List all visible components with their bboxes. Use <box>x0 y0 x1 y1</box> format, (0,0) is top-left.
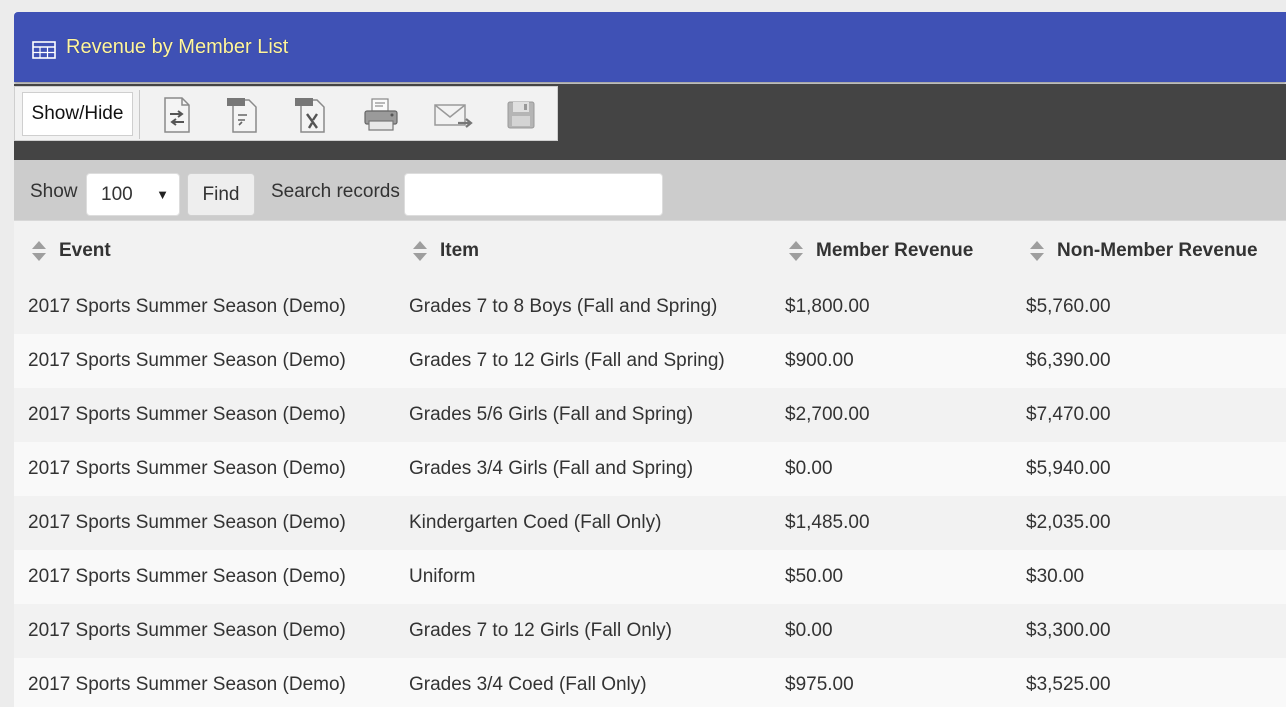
column-header[interactable]: Event <box>31 221 111 281</box>
table-cell: 2017 Sports Summer Season (Demo) <box>28 296 346 317</box>
table-cell: $3,525.00 <box>1026 674 1111 695</box>
search-bar: Show 100 ▼ Find Search records <box>14 160 1286 220</box>
table-row[interactable]: 2017 Sports Summer Season (Demo) Grades 7… <box>14 334 1286 388</box>
table-cell: $0.00 <box>785 620 833 641</box>
table-cell: Kindergarten Coed (Fall Only) <box>409 512 662 533</box>
table-row[interactable]: 2017 Sports Summer Season (Demo) Grades 3… <box>14 658 1286 707</box>
table-cell: $975.00 <box>785 674 854 695</box>
table-cell: $2,035.00 <box>1026 512 1111 533</box>
toolbar-divider <box>139 90 140 139</box>
save-button[interactable] <box>499 95 543 135</box>
column-header-label: Non-Member Revenue <box>1057 240 1258 261</box>
report-panel: Revenue by Member List Show/Hide Show 10… <box>14 12 1286 707</box>
table-cell: Grades 7 to 8 Boys (Fall and Spring) <box>409 296 718 317</box>
table-body: 2017 Sports Summer Season (Demo) Grades 7… <box>14 280 1286 707</box>
column-header[interactable]: Member Revenue <box>788 221 973 281</box>
panel-header: Revenue by Member List <box>14 12 1286 82</box>
print-button[interactable] <box>359 95 403 135</box>
sort-icon <box>1030 241 1044 261</box>
column-header[interactable]: Non-Member Revenue <box>1029 221 1258 281</box>
table-cell: 2017 Sports Summer Season (Demo) <box>28 404 346 425</box>
table-cell: 2017 Sports Summer Season (Demo) <box>28 674 346 695</box>
save-icon <box>507 101 535 129</box>
table-cell: Grades 3/4 Girls (Fall and Spring) <box>409 458 694 479</box>
csv-export-icon <box>227 98 257 133</box>
table-row[interactable]: 2017 Sports Summer Season (Demo) Grades 7… <box>14 280 1286 334</box>
table-cell: 2017 Sports Summer Season (Demo) <box>28 350 346 371</box>
page-size-value: 100 <box>101 184 133 205</box>
chevron-down-icon: ▼ <box>156 187 169 202</box>
table-cell: $1,800.00 <box>785 296 870 317</box>
table-cell: Grades 7 to 12 Girls (Fall Only) <box>409 620 672 641</box>
xls-export-icon <box>295 98 325 133</box>
table-cell: Grades 5/6 Girls (Fall and Spring) <box>409 404 694 425</box>
table-cell: $5,940.00 <box>1026 458 1111 479</box>
table-row[interactable]: 2017 Sports Summer Season (Demo) Kinderga… <box>14 496 1286 550</box>
column-header-label: Item <box>440 240 480 261</box>
table-cell: $0.00 <box>785 458 833 479</box>
show-hide-button[interactable]: Show/Hide <box>22 92 133 136</box>
email-button[interactable] <box>431 95 475 135</box>
table-cell: $50.00 <box>785 566 844 587</box>
revenue-table: Event Item Member Revenue Non-Member Revenu… <box>14 220 1286 707</box>
table-row[interactable]: 2017 Sports Summer Season (Demo) Uniform $… <box>14 550 1286 604</box>
toolbar-strip: Show/Hide <box>14 86 558 141</box>
email-icon <box>434 104 473 128</box>
csv-export-button[interactable] <box>221 95 265 135</box>
toolbar: Show/Hide <box>14 84 1286 160</box>
column-header-label: Member Revenue <box>816 240 974 261</box>
page-title: Revenue by Member List <box>66 36 289 58</box>
table-icon <box>32 41 56 59</box>
table-row[interactable]: 2017 Sports Summer Season (Demo) Grades 3… <box>14 442 1286 496</box>
column-header[interactable]: Item <box>412 221 479 281</box>
sort-icon <box>789 241 803 261</box>
table-row[interactable]: 2017 Sports Summer Season (Demo) Grades 7… <box>14 604 1286 658</box>
table-cell: 2017 Sports Summer Season (Demo) <box>28 566 346 587</box>
table-cell: Grades 7 to 12 Girls (Fall and Spring) <box>409 350 725 371</box>
table-header: Event Item Member Revenue Non-Member Revenu… <box>14 220 1286 280</box>
table-cell: Uniform <box>409 566 476 587</box>
table-cell: $30.00 <box>1026 566 1085 587</box>
table-cell: Grades 3/4 Coed (Fall Only) <box>409 674 647 695</box>
table-cell: $2,700.00 <box>785 404 870 425</box>
table-cell: $900.00 <box>785 350 854 371</box>
table-row[interactable]: 2017 Sports Summer Season (Demo) Grades 5… <box>14 388 1286 442</box>
table-cell: 2017 Sports Summer Season (Demo) <box>28 512 346 533</box>
print-icon <box>364 98 398 131</box>
column-header-label: Event <box>59 240 111 261</box>
table-cell: $1,485.00 <box>785 512 870 533</box>
export-icon <box>164 97 190 133</box>
search-label: Search records <box>271 181 400 202</box>
page-size-select[interactable]: 100 ▼ <box>86 173 180 216</box>
search-input[interactable] <box>404 173 663 216</box>
table-cell: $5,760.00 <box>1026 296 1111 317</box>
show-label: Show <box>30 181 78 202</box>
sort-icon <box>32 241 46 261</box>
table-cell: $3,300.00 <box>1026 620 1111 641</box>
find-button[interactable]: Find <box>187 173 255 216</box>
sort-icon <box>413 241 427 261</box>
table-cell: $7,470.00 <box>1026 404 1111 425</box>
table-cell: 2017 Sports Summer Season (Demo) <box>28 620 346 641</box>
table-cell: 2017 Sports Summer Season (Demo) <box>28 458 346 479</box>
xls-export-button[interactable] <box>289 95 333 135</box>
table-cell: $6,390.00 <box>1026 350 1111 371</box>
export-button[interactable] <box>155 95 199 135</box>
